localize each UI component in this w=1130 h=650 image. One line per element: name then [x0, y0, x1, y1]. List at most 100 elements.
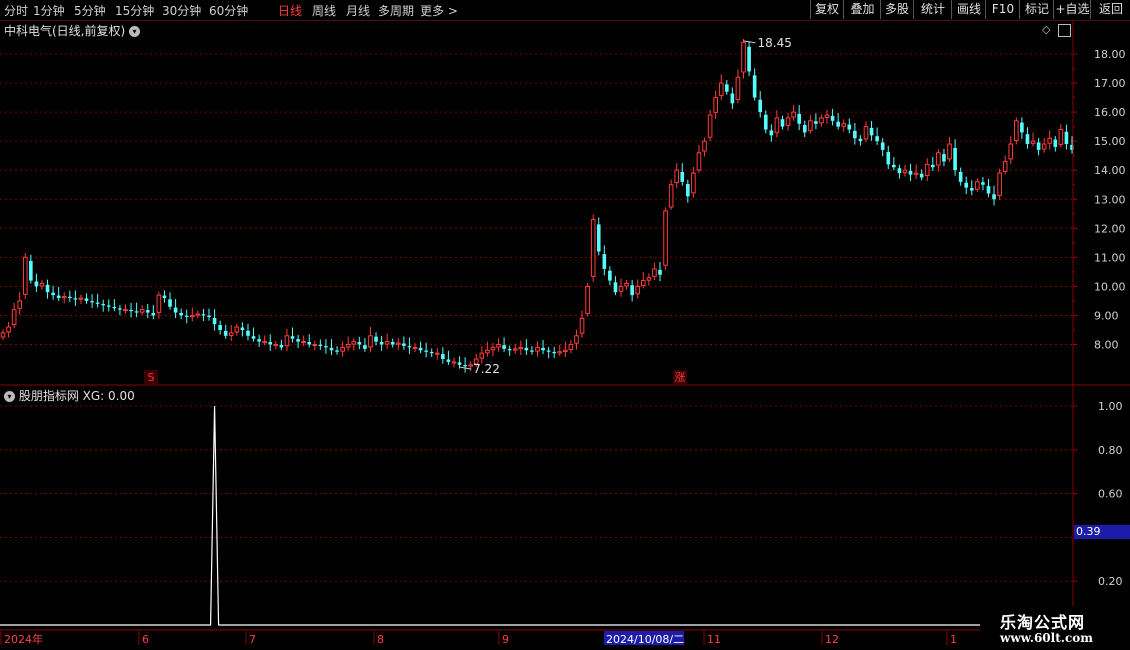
candle-body — [301, 341, 306, 344]
candle-body — [479, 352, 485, 359]
candle-body — [502, 345, 506, 349]
signal-marker: 涨 — [675, 371, 686, 384]
candle-body — [45, 284, 50, 293]
candle-body — [1053, 139, 1058, 147]
candle-body — [34, 281, 39, 287]
candle-body — [212, 317, 217, 325]
candle-body — [106, 305, 111, 307]
candle-body — [123, 309, 128, 312]
candle-body — [947, 143, 952, 160]
candle-body — [201, 314, 206, 316]
candle-body — [624, 282, 629, 287]
candle-body — [930, 164, 935, 168]
price-tick-label: 14.00 — [1094, 164, 1126, 177]
candle-body — [613, 282, 618, 293]
logo-url: www.60lt.com — [1000, 631, 1093, 645]
candle-body — [290, 336, 295, 339]
candle-body — [173, 307, 178, 313]
price-tick-label: 15.00 — [1094, 135, 1126, 148]
candle-body — [814, 121, 818, 124]
price-tick-label: 17.00 — [1094, 77, 1126, 90]
candle-body — [51, 292, 55, 296]
candle-body — [512, 348, 518, 351]
candle-body — [112, 306, 117, 309]
candle-body — [179, 312, 183, 316]
candle-body — [668, 184, 674, 208]
candle-body — [78, 297, 84, 300]
candle-body — [340, 346, 345, 352]
price-tick-label: 13.00 — [1094, 193, 1126, 206]
candle-body — [496, 344, 501, 348]
price-tick-label: 9.00 — [1094, 309, 1119, 322]
candle-body — [892, 164, 896, 168]
candle-body — [374, 336, 378, 342]
candle-body — [808, 120, 813, 132]
watermark-logo: 乐淘公式网 www.60lt.com — [980, 606, 1130, 650]
indicator-current-value: 0.39 — [1074, 525, 1130, 539]
candle-body — [524, 347, 529, 351]
candle-body — [402, 343, 406, 346]
candle-body — [207, 315, 211, 317]
candle-body — [635, 285, 641, 295]
candle-body — [463, 365, 467, 367]
candle-body — [95, 302, 100, 304]
candle-body — [335, 350, 339, 352]
x-axis-label: 9 — [502, 633, 509, 646]
candle-body — [101, 304, 106, 306]
candle-body — [986, 186, 991, 194]
high-label: 18.45 — [758, 36, 792, 50]
candle-body — [590, 219, 596, 277]
candle-body — [908, 170, 913, 175]
candle-body — [184, 315, 189, 317]
candle-body — [802, 125, 807, 133]
price-tick-label: 8.00 — [1094, 339, 1119, 352]
logo-text: 乐淘公式网 — [1000, 613, 1086, 632]
candle-body — [363, 345, 367, 349]
kline-chart[interactable]: 18.457.22S 涨 18.0017.0016.0015.0014.0013.… — [0, 0, 1130, 650]
candle-body — [997, 172, 1002, 196]
candle-body — [457, 362, 462, 365]
indicator-title-bar[interactable]: ▾ 股朋指标网 XG: 0.00 — [4, 387, 135, 404]
candle-body — [747, 46, 751, 72]
candle-body — [118, 308, 122, 310]
candle-body — [345, 344, 351, 348]
candle-body — [451, 361, 457, 364]
candle-body — [357, 342, 362, 345]
candle-body — [707, 114, 713, 138]
candle-body — [942, 154, 946, 162]
candle-body — [769, 130, 774, 136]
candle-body — [156, 294, 162, 313]
candle-body — [307, 342, 312, 345]
candle-body — [718, 82, 724, 96]
candle-body — [395, 342, 401, 345]
price-tick-label: 12.00 — [1094, 222, 1126, 235]
candle-body — [162, 295, 167, 299]
candle-body — [958, 171, 963, 182]
candle-body — [279, 344, 284, 348]
candle-body — [39, 282, 45, 287]
candle-body — [863, 126, 869, 140]
candle-body — [585, 285, 590, 315]
chevron-down-icon[interactable]: ▾ — [4, 391, 15, 402]
indicator-tick-label: 1.00 — [1098, 400, 1123, 413]
candle-body — [630, 285, 634, 296]
candle-body — [541, 347, 545, 351]
candle-body — [0, 332, 6, 338]
candle-body — [552, 351, 557, 354]
candle-body — [312, 344, 318, 346]
signal-marker: S — [148, 371, 155, 384]
candle-body — [151, 312, 156, 316]
candle-body — [663, 210, 668, 266]
candle-body — [390, 342, 395, 345]
x-axis-label: 12 — [825, 633, 839, 646]
candle-body — [273, 344, 279, 346]
candle-body — [602, 254, 607, 269]
candle-body — [412, 346, 418, 349]
candle-body — [168, 299, 172, 307]
candle-body — [246, 330, 250, 336]
candle-body — [189, 314, 195, 318]
candle-body — [640, 280, 646, 287]
price-tick-label: 10.00 — [1094, 280, 1126, 293]
candle-body — [429, 351, 434, 354]
candle-body — [652, 268, 657, 277]
